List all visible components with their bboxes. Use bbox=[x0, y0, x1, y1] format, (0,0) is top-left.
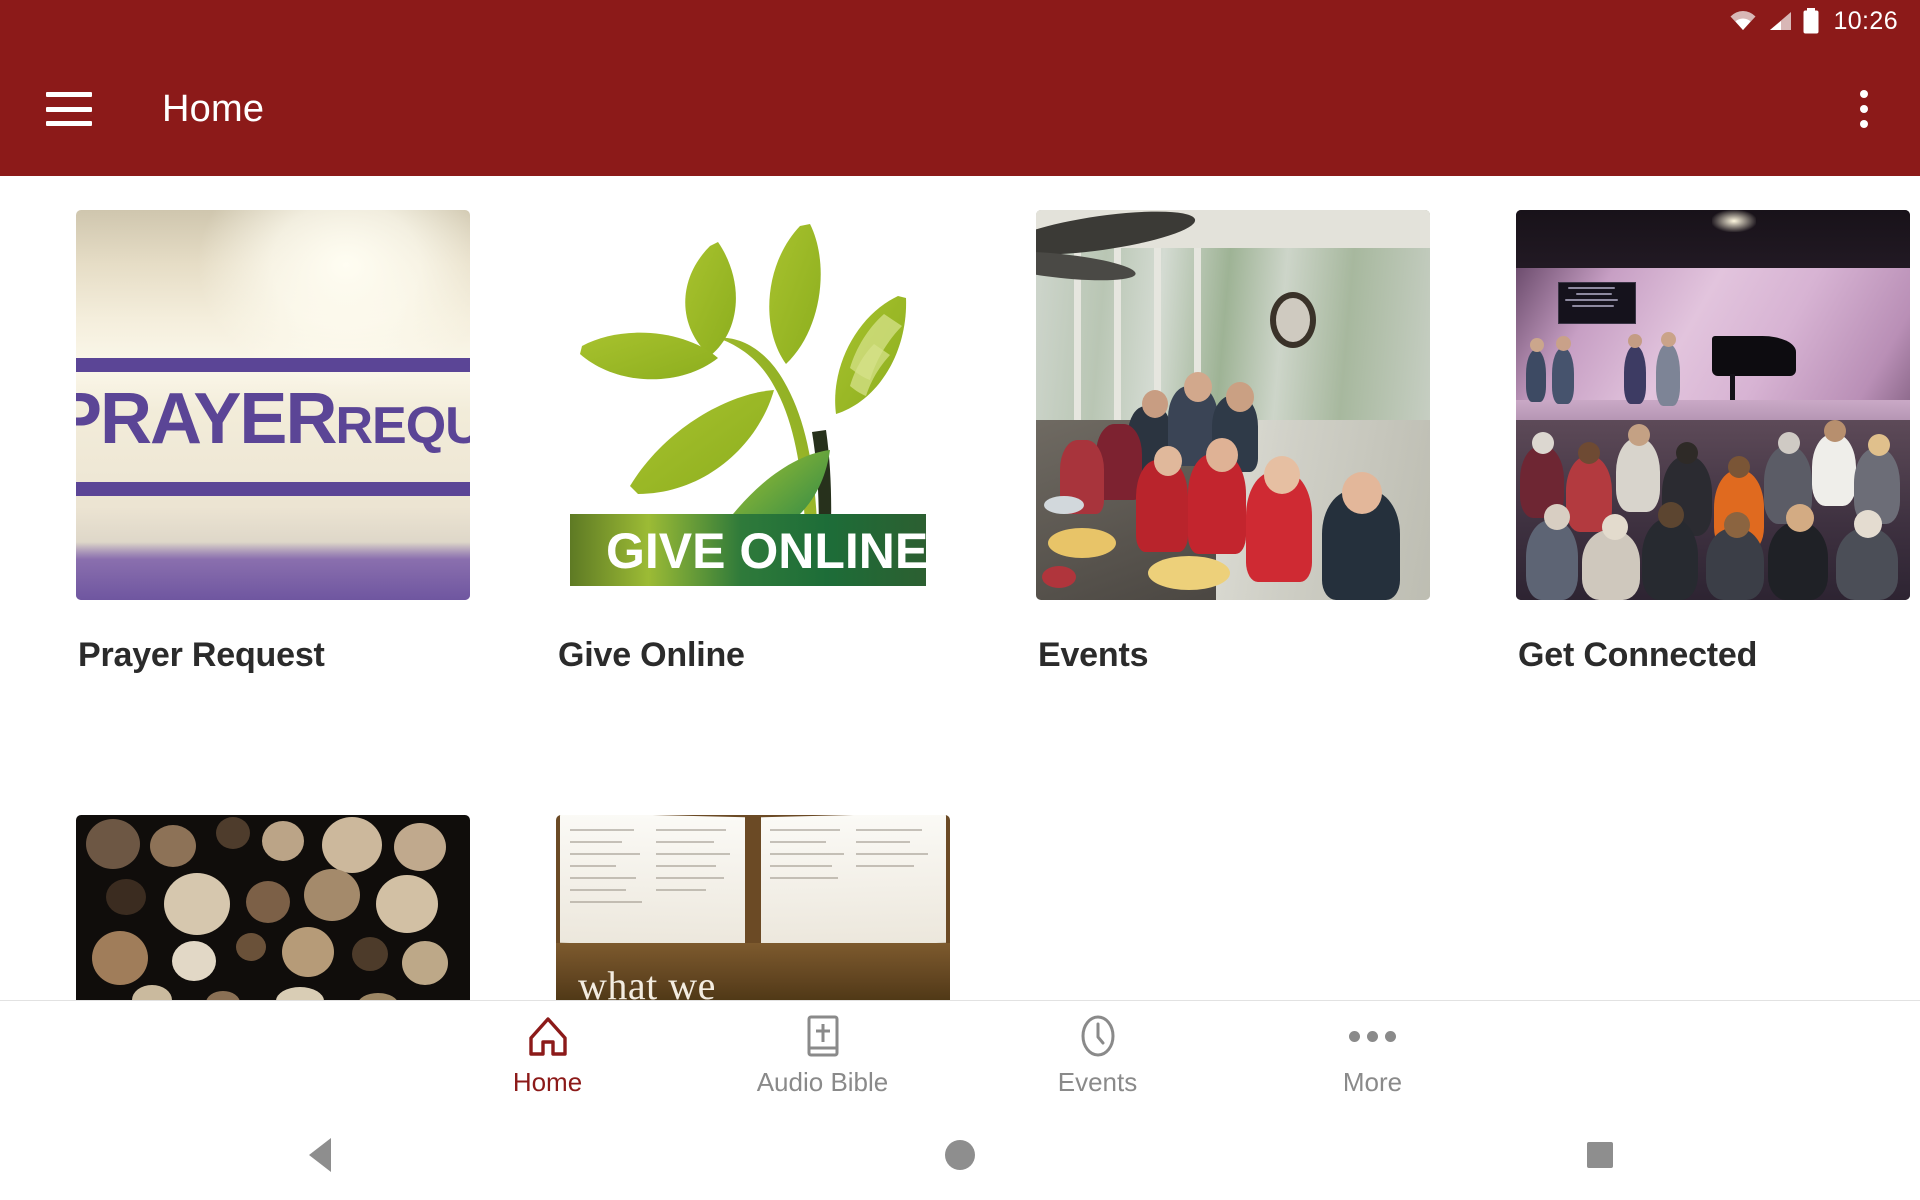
ceiling-spotlight bbox=[1712, 210, 1756, 232]
bible-page-left bbox=[559, 815, 746, 948]
tile-prayer-request[interactable]: PRAYERREQUEST Prayer Request bbox=[0, 210, 480, 675]
give-online-banner-text: GIVE ONLINE bbox=[606, 523, 928, 579]
bible-page-right bbox=[760, 815, 947, 948]
tile-thumb-wrap: PRAYERREQUEST bbox=[0, 210, 480, 600]
back-button[interactable] bbox=[260, 1138, 380, 1172]
nav-item-more[interactable]: More bbox=[1235, 1013, 1510, 1098]
page-title: Home bbox=[162, 87, 265, 130]
status-bar: 10:26 bbox=[0, 0, 1920, 42]
nav-item-audio-bible[interactable]: Audio Bible bbox=[685, 1013, 960, 1098]
bottom-navigation-bar: Home Audio Bible Events More bbox=[0, 1000, 1920, 1110]
tile-give-online[interactable]: GIVE ONLINE Give Online bbox=[480, 210, 960, 675]
tile-get-connected[interactable]: Get Connected bbox=[1440, 210, 1920, 675]
android-system-nav bbox=[0, 1110, 1920, 1200]
prayer-request-wordmark: PRAYERREQUEST bbox=[76, 379, 470, 459]
home-church-icon bbox=[526, 1013, 570, 1059]
nav-label-events: Events bbox=[1057, 1067, 1138, 1097]
overflow-menu-icon[interactable] bbox=[1860, 90, 1868, 128]
projection-screen bbox=[1558, 282, 1636, 324]
grand-piano bbox=[1712, 336, 1796, 376]
open-bible-photo: what we bbox=[556, 815, 950, 1000]
tile-row2-bible[interactable]: what we bbox=[480, 815, 960, 1000]
home-tile-grid: PRAYERREQUEST Prayer Request bbox=[0, 176, 1920, 1000]
tile-row2-logs[interactable] bbox=[0, 815, 480, 1000]
status-bar-clock: 10:26 bbox=[1833, 6, 1898, 35]
home-circle-icon bbox=[945, 1140, 975, 1170]
prayer-request-banner: PRAYERREQUEST bbox=[76, 210, 470, 600]
cellular-signal-icon bbox=[1767, 9, 1793, 33]
tile-label-get-connected: Get Connected bbox=[1518, 636, 1758, 674]
tile-events[interactable]: Events bbox=[960, 210, 1440, 675]
lavender-field bbox=[76, 542, 470, 600]
nav-label-audio-bible: Audio Bible bbox=[756, 1067, 889, 1097]
nav-label-home: Home bbox=[512, 1067, 583, 1097]
clock-icon bbox=[1076, 1013, 1120, 1059]
app-bar: Home bbox=[0, 42, 1920, 176]
tile-label-prayer-request: Prayer Request bbox=[78, 636, 325, 674]
wall-clock bbox=[1270, 292, 1316, 348]
church-sanctuary-photo bbox=[1516, 210, 1910, 600]
back-triangle-icon bbox=[309, 1138, 331, 1172]
recents-square-icon bbox=[1587, 1142, 1613, 1168]
purple-bar-bottom bbox=[76, 482, 470, 496]
nav-item-home[interactable]: Home bbox=[410, 1013, 685, 1098]
nav-label-more: More bbox=[1342, 1067, 1403, 1097]
wifi-icon bbox=[1728, 9, 1758, 33]
tile-thumb-wrap bbox=[1440, 210, 1920, 600]
app-root: 10:26 Home PRAYERREQUEST bbox=[0, 0, 1920, 1200]
wood-logs-photo bbox=[76, 815, 470, 1000]
more-dots-icon bbox=[1349, 1013, 1396, 1059]
tile-thumb-wrap: GIVE ONLINE bbox=[480, 210, 960, 600]
tile-thumb-wrap bbox=[0, 815, 480, 1000]
bible-book-icon bbox=[803, 1013, 843, 1059]
bible-overlay-text: what we bbox=[578, 963, 716, 1000]
tile-label-give-online: Give Online bbox=[558, 636, 745, 674]
tile-label-events: Events bbox=[1038, 636, 1149, 674]
fellowship-meal-photo bbox=[1036, 210, 1430, 600]
tile-thumb-wrap: what we bbox=[480, 815, 960, 1000]
give-online-logo: GIVE ONLINE bbox=[556, 210, 950, 600]
purple-bar-top bbox=[76, 358, 470, 372]
plant-leaf-graphic: GIVE ONLINE bbox=[570, 224, 928, 586]
battery-icon bbox=[1802, 8, 1820, 34]
recents-button[interactable] bbox=[1540, 1142, 1660, 1168]
tile-thumb-wrap bbox=[960, 210, 1440, 600]
nav-item-events[interactable]: Events bbox=[960, 1013, 1235, 1098]
hamburger-menu-icon[interactable] bbox=[46, 92, 92, 126]
home-tile-grid-scroll[interactable]: PRAYERREQUEST Prayer Request bbox=[0, 176, 1920, 1000]
home-button[interactable] bbox=[900, 1140, 1020, 1170]
